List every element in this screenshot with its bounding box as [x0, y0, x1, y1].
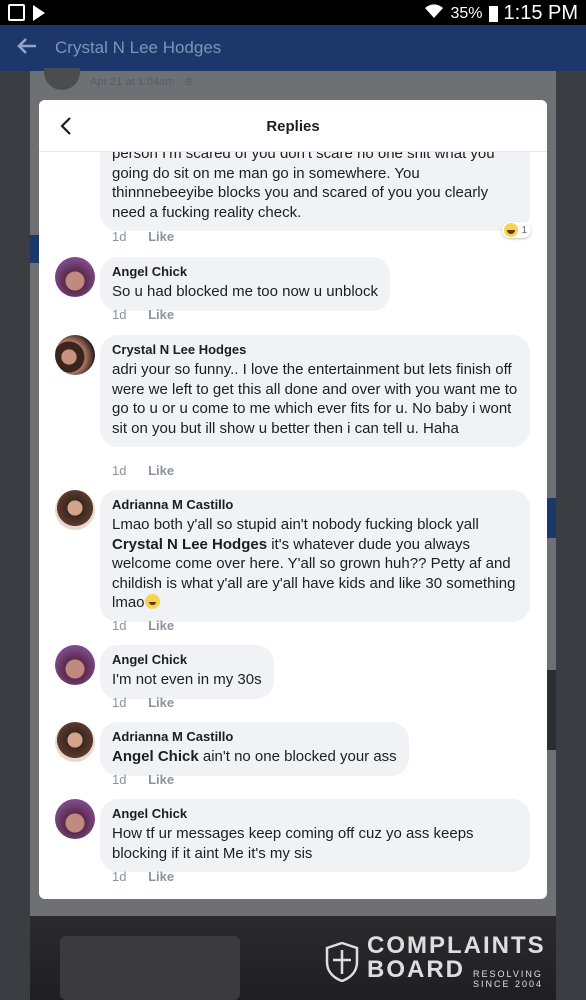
comment-bubble: Angel Chick I'm not even in my 30s	[100, 645, 274, 699]
reaction-count: 1	[521, 224, 527, 236]
like-button[interactable]: Like	[148, 307, 174, 322]
comment-text: person I'm scared of you don't scare no …	[112, 152, 495, 221]
comment-bubble: Angel Chick How tf ur messages keep comi…	[100, 799, 530, 872]
shield-logo-icon	[325, 941, 359, 982]
like-button[interactable]: Like	[148, 618, 174, 633]
comment-text: adri your so funny.. I love the entertai…	[112, 361, 518, 437]
comment-author[interactable]: Adrianna M Castillo	[112, 497, 518, 512]
comment-text: Lmao both y'all so stupid ain't nobody f…	[112, 515, 518, 613]
avatar[interactable]	[55, 722, 95, 762]
comment-bubble: Adrianna M Castillo Angel Chick ain't no…	[100, 722, 409, 776]
reaction-badge[interactable]: 1	[502, 222, 531, 238]
back-arrow-icon[interactable]	[16, 35, 38, 62]
comment-bubble: Crystal N Lee Hodges adri your so funny.…	[100, 335, 530, 447]
comment-text: Angel Chick ain't no one blocked your as…	[112, 747, 397, 767]
status-bar: 35% 1:15 PM	[0, 0, 586, 25]
app-bar-title: Crystal N Lee Hodges	[55, 38, 222, 57]
watermark-small1: RESOLVING	[473, 969, 543, 979]
avatar[interactable]	[55, 645, 95, 685]
avatar[interactable]	[55, 257, 95, 297]
comment-text-part: ain't no one blocked your ass	[198, 748, 397, 765]
comment-meta: 1d Like	[112, 229, 174, 244]
app-bar: Crystal N Lee Hodges	[0, 25, 586, 71]
comment-text: So u had blocked me too now u unblock	[112, 283, 379, 300]
wifi-icon	[424, 3, 444, 24]
complaints-board-watermark: COMPLAINTS BOARD RESOLVING SINCE 2004	[325, 934, 546, 989]
comment-meta: 1d Like	[112, 618, 174, 633]
background-block	[546, 670, 556, 750]
avatar[interactable]	[55, 799, 95, 839]
gallery-icon	[8, 4, 25, 21]
comment-time: 1d	[112, 463, 127, 478]
comment-text-part: Lmao both y'all so stupid ain't nobody f…	[112, 516, 479, 533]
like-button[interactable]: Like	[148, 229, 174, 244]
comment-time: 1d	[112, 695, 127, 710]
comment-author[interactable]: Adrianna M Castillo	[112, 729, 397, 744]
comment-author[interactable]: Angel Chick	[112, 264, 378, 279]
comment-meta: 1d Like	[112, 772, 174, 787]
mention-link[interactable]: Crystal N Lee Hodges	[112, 536, 267, 553]
comment-meta: 1d Like	[112, 307, 174, 322]
like-button[interactable]: Like	[148, 695, 174, 710]
like-button[interactable]: Like	[148, 772, 174, 787]
laughing-emoji-icon	[144, 594, 160, 609]
comment-author[interactable]: Angel Chick	[112, 652, 262, 667]
avatar[interactable]	[55, 335, 95, 375]
comment-meta: 1d Like	[112, 463, 174, 478]
comment-author[interactable]: Crystal N Lee Hodges	[112, 342, 518, 357]
comment-meta: 1d Like	[112, 869, 174, 884]
watermark-line1: COMPLAINTS	[367, 932, 546, 959]
watermark-line2: BOARD	[367, 956, 465, 983]
play-store-icon	[33, 5, 45, 21]
comment-time: 1d	[112, 229, 127, 244]
background-photo-detail	[60, 936, 240, 1000]
comment-text: How tf ur messages keep coming off cuz y…	[112, 825, 474, 862]
comment-meta: 1d Like	[112, 695, 174, 710]
avatar[interactable]	[55, 490, 95, 530]
battery-icon	[488, 5, 498, 22]
comment-time: 1d	[112, 618, 127, 633]
comment-bubble: Angel Chick So u had blocked me too now …	[100, 257, 391, 311]
comment-author[interactable]: Angel Chick	[112, 806, 518, 821]
modal-header: Replies	[39, 100, 547, 152]
modal-title: Replies	[266, 118, 320, 135]
comment-text: I'm not even in my 30s	[112, 671, 262, 688]
battery-percent: 35%	[450, 4, 483, 22]
replies-modal: Replies person I'm scared of you don't s…	[39, 100, 547, 899]
clock: 1:15 PM	[503, 2, 578, 24]
like-button[interactable]: Like	[148, 463, 174, 478]
like-button[interactable]: Like	[148, 869, 174, 884]
comment-bubble: person I'm scared of you don't scare no …	[100, 152, 530, 231]
comment-time: 1d	[112, 869, 127, 884]
watermark-small2: SINCE 2004	[473, 979, 544, 989]
comment-bubble: Adrianna M Castillo Lmao both y'all so s…	[100, 490, 530, 622]
mention-link[interactable]: Angel Chick	[112, 748, 199, 765]
background-stripe	[546, 498, 556, 538]
background-post-meta: Apr 21 at 1:04am · ⊕	[90, 76, 194, 88]
comment-time: 1d	[112, 307, 127, 322]
comment-time: 1d	[112, 772, 127, 787]
haha-reaction-icon	[504, 223, 519, 237]
replies-list: person I'm scared of you don't scare no …	[39, 152, 547, 899]
